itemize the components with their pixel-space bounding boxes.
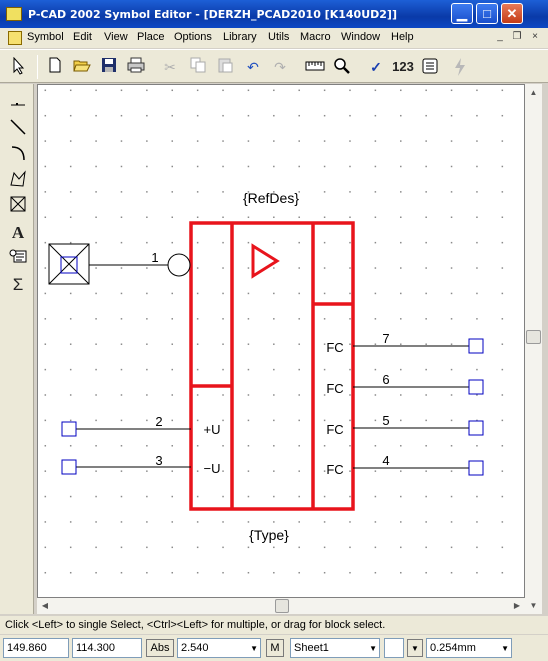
pin-number: 3 — [155, 453, 162, 468]
undo-icon[interactable]: ↶ — [243, 57, 263, 77]
chevron-down-icon: ▼ — [369, 644, 377, 653]
color-dropdown-button[interactable]: ▼ — [407, 639, 423, 657]
place-arc-icon[interactable] — [7, 144, 29, 166]
copy-icon[interactable] — [188, 57, 208, 77]
menu-macro[interactable]: Macro — [300, 31, 331, 43]
place-polygon-icon[interactable] — [7, 170, 29, 192]
pin-label: FC — [326, 422, 343, 437]
pin-number: 2 — [155, 414, 162, 429]
place-toolbar: A Σ — [0, 84, 34, 614]
menu-bar: Symbol Edit View Place Options Library U… — [0, 28, 548, 48]
status-bar: 149.860 114.300 Abs 2.540 ▼ M Sheet1 ▼ ▼… — [0, 635, 548, 661]
counter-button[interactable]: 123 — [390, 57, 416, 77]
pin-number: 7 — [382, 331, 389, 346]
menu-library[interactable]: Library — [223, 31, 257, 43]
place-ref-point-icon[interactable] — [7, 196, 29, 218]
line-width-dropdown[interactable]: 0.254mm ▼ — [426, 638, 512, 658]
record-list-icon[interactable] — [420, 57, 440, 77]
place-attribute-icon[interactable] — [7, 248, 29, 270]
menu-help[interactable]: Help — [391, 31, 414, 43]
vertical-scrollbar[interactable]: ▲ ▼ — [525, 84, 542, 614]
pin-label: −U — [204, 461, 221, 476]
redo-icon[interactable]: ↷ — [270, 57, 290, 77]
place-line-icon[interactable] — [7, 118, 29, 140]
pin-label: FC — [326, 462, 343, 477]
menu-view[interactable]: View — [104, 31, 128, 43]
title-bar: P-CAD 2002 Symbol Editor - [DERZH_PCAD20… — [0, 0, 548, 28]
mdi-restore-button[interactable]: ❐ — [509, 30, 525, 44]
drawing-canvas[interactable]: {RefDes} 1 2 +U 3 −U 7 FC 6 FC 5 FC 4 FC… — [37, 84, 525, 598]
pin-6[interactable]: 6 FC — [326, 372, 484, 396]
measure-icon[interactable] — [305, 57, 325, 77]
line-width-value: 0.254mm — [430, 642, 476, 654]
lightning-icon[interactable] — [450, 57, 470, 77]
app-icon — [6, 7, 22, 21]
type-attribute[interactable]: {Type} — [249, 527, 289, 543]
pin-label: FC — [326, 381, 343, 396]
pin-label: FC — [326, 340, 343, 355]
place-pin-icon[interactable] — [7, 92, 29, 114]
main-toolbar: ✂ ↶ ↷ ✓ 123 — [0, 49, 548, 83]
color-swatch[interactable] — [384, 638, 404, 658]
scroll-down-icon[interactable]: ▼ — [525, 597, 542, 614]
abs-toggle-button[interactable]: Abs — [146, 639, 174, 657]
menu-symbol[interactable]: Symbol — [27, 31, 64, 43]
new-file-icon[interactable] — [45, 57, 65, 77]
pin-7[interactable]: 7 FC — [326, 331, 484, 355]
pin-4[interactable]: 4 FC — [326, 453, 484, 477]
grid-size-dropdown[interactable]: 2.540 ▼ — [177, 638, 261, 658]
pin-number: 6 — [382, 372, 389, 387]
status-hint: Click <Left> to single Select, <Ctrl><Le… — [0, 616, 548, 634]
chevron-down-icon: ▼ — [501, 644, 509, 653]
minimize-button[interactable]: ▁ — [451, 3, 473, 24]
save-disk-icon[interactable] — [99, 57, 119, 77]
reference-point-icon[interactable] — [48, 243, 90, 285]
grid-size-value: 2.540 — [181, 642, 209, 654]
m-toggle-button[interactable]: M — [266, 639, 284, 657]
menu-utils[interactable]: Utils — [268, 31, 289, 43]
pin-5[interactable]: 5 FC — [326, 413, 484, 437]
check-icon[interactable]: ✓ — [366, 57, 386, 77]
scroll-up-icon[interactable]: ▲ — [525, 84, 542, 101]
zoom-icon[interactable] — [332, 57, 352, 77]
mdi-minimize-button[interactable]: _ — [492, 30, 508, 44]
select-arrow-icon[interactable] — [9, 56, 29, 77]
pin-number: 5 — [382, 413, 389, 428]
mdi-close-button[interactable]: × — [527, 30, 543, 44]
place-text-icon[interactable]: A — [7, 222, 29, 244]
menu-window[interactable]: Window — [341, 31, 380, 43]
amplifier-triangle-icon — [251, 243, 280, 279]
document-icon[interactable] — [8, 31, 22, 45]
scroll-right-icon[interactable]: ▶ — [509, 598, 525, 614]
maximize-button[interactable]: □ — [476, 3, 498, 24]
symbol-drawing: {RefDes} 1 2 +U 3 −U 7 FC 6 FC 5 FC 4 FC… — [48, 190, 484, 543]
pin-number: 1 — [151, 250, 158, 265]
menu-place[interactable]: Place — [137, 31, 165, 43]
scroll-left-icon[interactable]: ◀ — [37, 598, 53, 614]
chevron-down-icon: ▼ — [411, 644, 419, 653]
paste-icon[interactable] — [215, 57, 235, 77]
horizontal-scrollbar[interactable]: ◀ ▶ — [37, 598, 525, 614]
print-icon[interactable] — [126, 57, 146, 77]
sheet-dropdown[interactable]: Sheet1 ▼ — [290, 638, 380, 658]
menu-options[interactable]: Options — [174, 31, 212, 43]
menu-edit[interactable]: Edit — [73, 31, 92, 43]
toolbar-separator — [37, 55, 38, 79]
open-folder-icon[interactable] — [72, 57, 92, 77]
y-coordinate-field[interactable]: 114.300 — [72, 638, 142, 658]
horizontal-scroll-thumb[interactable] — [275, 599, 289, 613]
x-coordinate-field[interactable]: 149.860 — [3, 638, 69, 658]
pin-2[interactable]: 2 +U — [61, 414, 221, 437]
window-title: P-CAD 2002 Symbol Editor - [DERZH_PCAD20… — [28, 8, 397, 21]
chevron-down-icon: ▼ — [250, 644, 258, 653]
vertical-scroll-thumb[interactable] — [526, 330, 541, 344]
cut-icon[interactable]: ✂ — [160, 57, 180, 77]
pin-3[interactable]: 3 −U — [61, 453, 221, 476]
close-button[interactable]: ✕ — [501, 3, 523, 24]
pin-label: +U — [204, 422, 221, 437]
pin-number: 4 — [382, 453, 389, 468]
refdes-attribute[interactable]: {RefDes} — [243, 190, 299, 206]
place-field-icon[interactable]: Σ — [7, 274, 29, 296]
sheet-value: Sheet1 — [294, 642, 329, 654]
